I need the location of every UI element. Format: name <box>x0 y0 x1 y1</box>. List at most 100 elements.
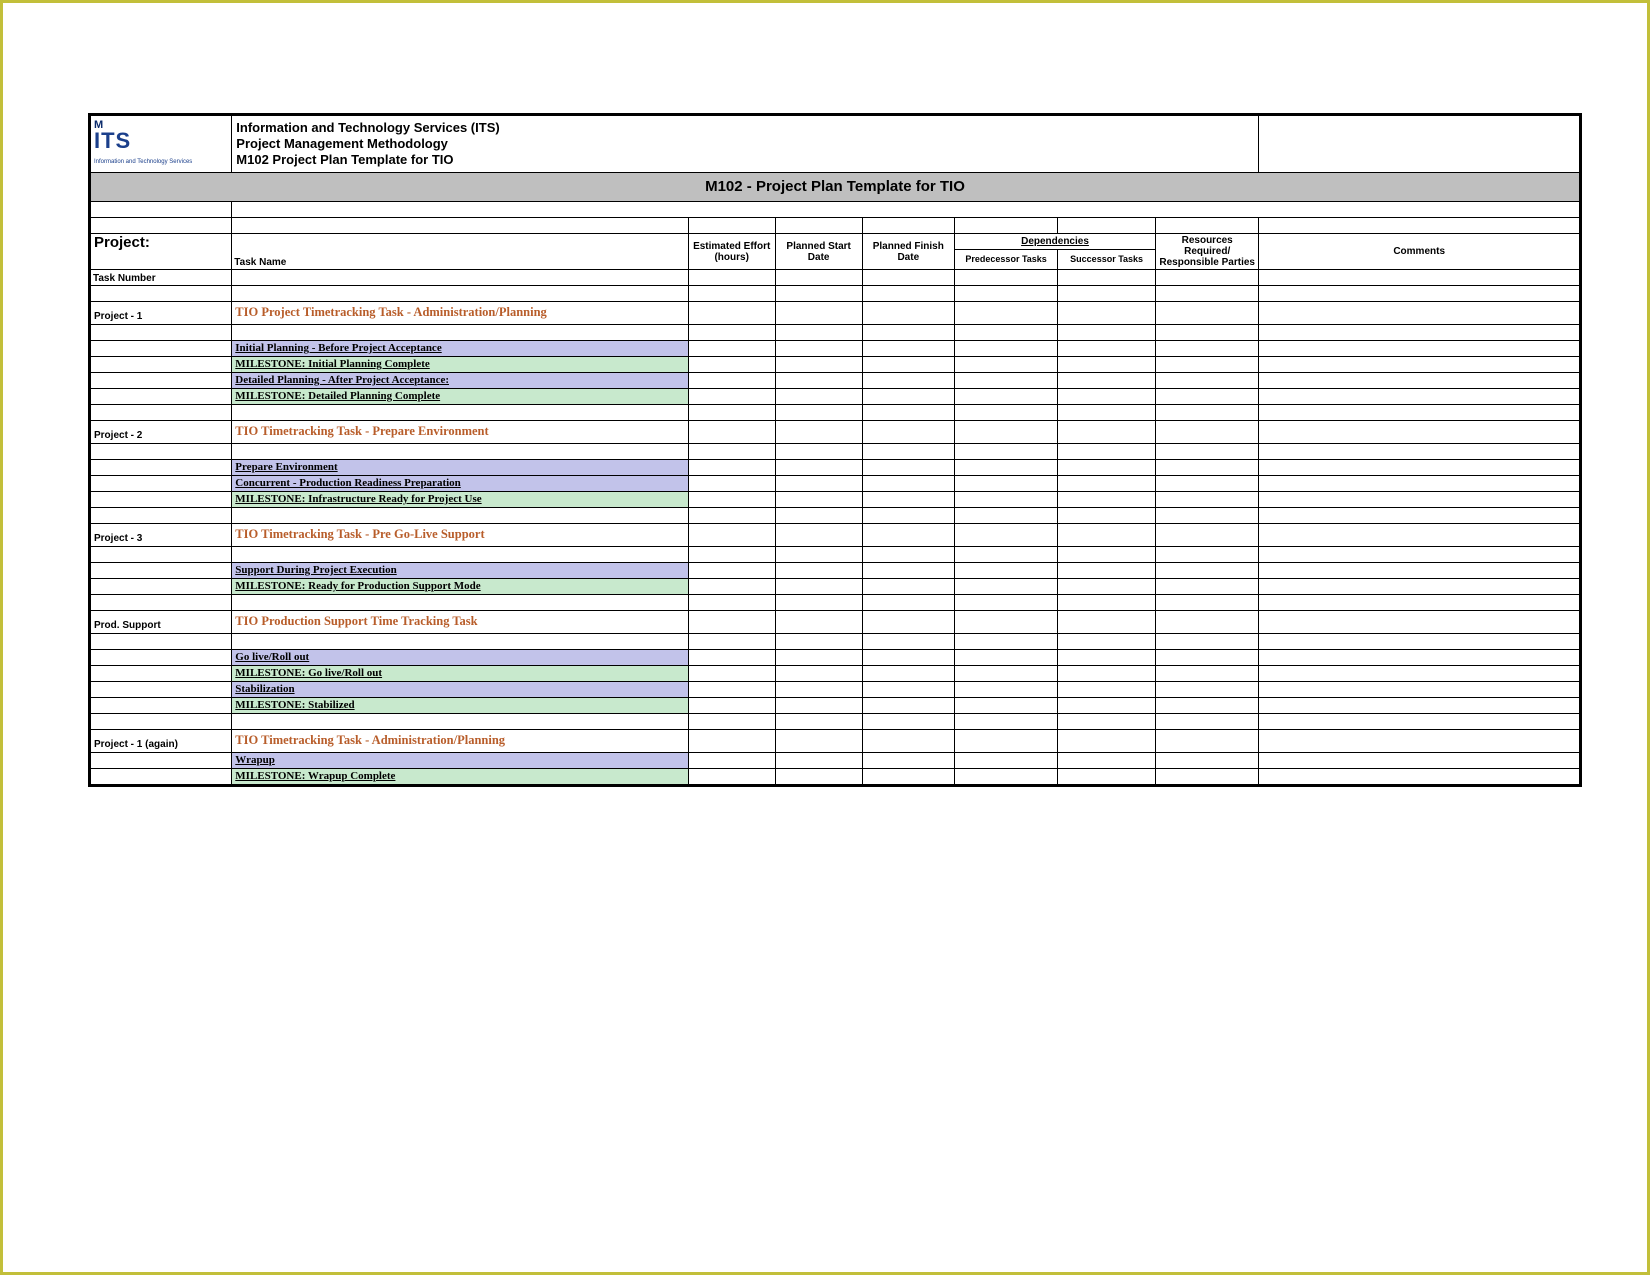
cell[interactable] <box>775 563 862 579</box>
cell-task-number[interactable] <box>91 405 232 421</box>
cell[interactable] <box>1259 389 1580 405</box>
cell[interactable] <box>688 373 775 389</box>
cell-task-number[interactable] <box>91 579 232 595</box>
cell[interactable] <box>1156 547 1259 563</box>
cell[interactable] <box>1156 341 1259 357</box>
cell[interactable] <box>1058 666 1156 682</box>
cell[interactable] <box>1259 373 1580 389</box>
cell-task-number[interactable] <box>91 650 232 666</box>
cell[interactable] <box>862 730 954 753</box>
cell[interactable] <box>862 405 954 421</box>
cell[interactable] <box>1259 714 1580 730</box>
cell[interactable] <box>1058 492 1156 508</box>
cell[interactable] <box>1259 666 1580 682</box>
cell[interactable] <box>954 563 1057 579</box>
cell[interactable] <box>1156 714 1259 730</box>
cell[interactable] <box>688 563 775 579</box>
cell[interactable] <box>688 579 775 595</box>
cell-task-name[interactable]: Detailed Planning - After Project Accept… <box>232 373 688 389</box>
cell[interactable] <box>862 698 954 714</box>
cell[interactable] <box>954 524 1057 547</box>
cell[interactable] <box>1058 444 1156 460</box>
cell[interactable] <box>1058 421 1156 444</box>
cell[interactable] <box>688 389 775 405</box>
cell[interactable] <box>954 666 1057 682</box>
cell-task-name[interactable] <box>232 508 688 524</box>
cell[interactable] <box>1156 579 1259 595</box>
cell[interactable] <box>688 286 775 302</box>
cell[interactable] <box>1259 524 1580 547</box>
cell[interactable] <box>954 634 1057 650</box>
cell-task-number[interactable] <box>91 286 232 302</box>
cell[interactable] <box>1259 405 1580 421</box>
cell[interactable] <box>1259 698 1580 714</box>
cell-task-name[interactable]: Concurrent - Production Readiness Prepar… <box>232 476 688 492</box>
cell-task-name[interactable]: TIO Project Timetracking Task - Administ… <box>232 302 688 325</box>
cell[interactable] <box>775 341 862 357</box>
cell[interactable] <box>1156 769 1259 785</box>
cell-task-name[interactable] <box>232 714 688 730</box>
cell[interactable] <box>1058 389 1156 405</box>
cell[interactable] <box>954 547 1057 563</box>
cell[interactable] <box>1259 595 1580 611</box>
cell[interactable] <box>862 325 954 341</box>
cell[interactable] <box>862 714 954 730</box>
cell[interactable] <box>775 666 862 682</box>
cell[interactable] <box>862 508 954 524</box>
cell-task-number[interactable]: Project - 1 (again) <box>91 730 232 753</box>
cell[interactable] <box>775 547 862 563</box>
cell[interactable] <box>1156 389 1259 405</box>
cell[interactable] <box>1259 508 1580 524</box>
cell[interactable] <box>954 698 1057 714</box>
cell[interactable] <box>954 753 1057 769</box>
cell[interactable] <box>775 444 862 460</box>
cell[interactable] <box>954 389 1057 405</box>
cell[interactable] <box>1156 595 1259 611</box>
cell-task-name[interactable] <box>232 595 688 611</box>
cell[interactable] <box>1259 302 1580 325</box>
cell-task-number[interactable] <box>91 357 232 373</box>
cell[interactable] <box>1156 650 1259 666</box>
cell[interactable] <box>862 563 954 579</box>
cell[interactable] <box>775 634 862 650</box>
cell[interactable] <box>1058 476 1156 492</box>
cell[interactable] <box>775 460 862 476</box>
cell-task-name[interactable]: TIO Timetracking Task - Administration/P… <box>232 730 688 753</box>
cell[interactable] <box>775 595 862 611</box>
cell[interactable] <box>688 476 775 492</box>
cell[interactable] <box>1058 650 1156 666</box>
cell[interactable] <box>1259 650 1580 666</box>
cell-task-name[interactable] <box>232 325 688 341</box>
cell[interactable] <box>862 357 954 373</box>
cell[interactable] <box>688 460 775 476</box>
cell[interactable] <box>1156 634 1259 650</box>
cell[interactable] <box>862 492 954 508</box>
cell[interactable] <box>775 611 862 634</box>
cell[interactable] <box>1259 682 1580 698</box>
cell[interactable] <box>1259 611 1580 634</box>
cell-task-number[interactable] <box>91 698 232 714</box>
cell-task-number[interactable] <box>91 325 232 341</box>
cell-task-name[interactable]: MILESTONE: Ready for Production Support … <box>232 579 688 595</box>
cell[interactable] <box>688 714 775 730</box>
cell[interactable] <box>775 698 862 714</box>
cell[interactable] <box>1058 698 1156 714</box>
cell[interactable] <box>688 357 775 373</box>
cell[interactable] <box>688 730 775 753</box>
cell[interactable] <box>1058 508 1156 524</box>
cell[interactable] <box>954 769 1057 785</box>
cell-task-number[interactable] <box>91 341 232 357</box>
cell[interactable] <box>1058 357 1156 373</box>
cell[interactable] <box>1156 405 1259 421</box>
cell[interactable] <box>688 666 775 682</box>
cell-task-name[interactable] <box>232 634 688 650</box>
cell[interactable] <box>1058 730 1156 753</box>
cell[interactable] <box>954 476 1057 492</box>
cell-task-name[interactable] <box>232 286 688 302</box>
cell[interactable] <box>688 650 775 666</box>
cell-task-number[interactable] <box>91 389 232 405</box>
cell[interactable] <box>1058 634 1156 650</box>
cell-task-number[interactable]: Project - 1 <box>91 302 232 325</box>
cell-task-name[interactable]: MILESTONE: Infrastructure Ready for Proj… <box>232 492 688 508</box>
cell[interactable] <box>688 405 775 421</box>
